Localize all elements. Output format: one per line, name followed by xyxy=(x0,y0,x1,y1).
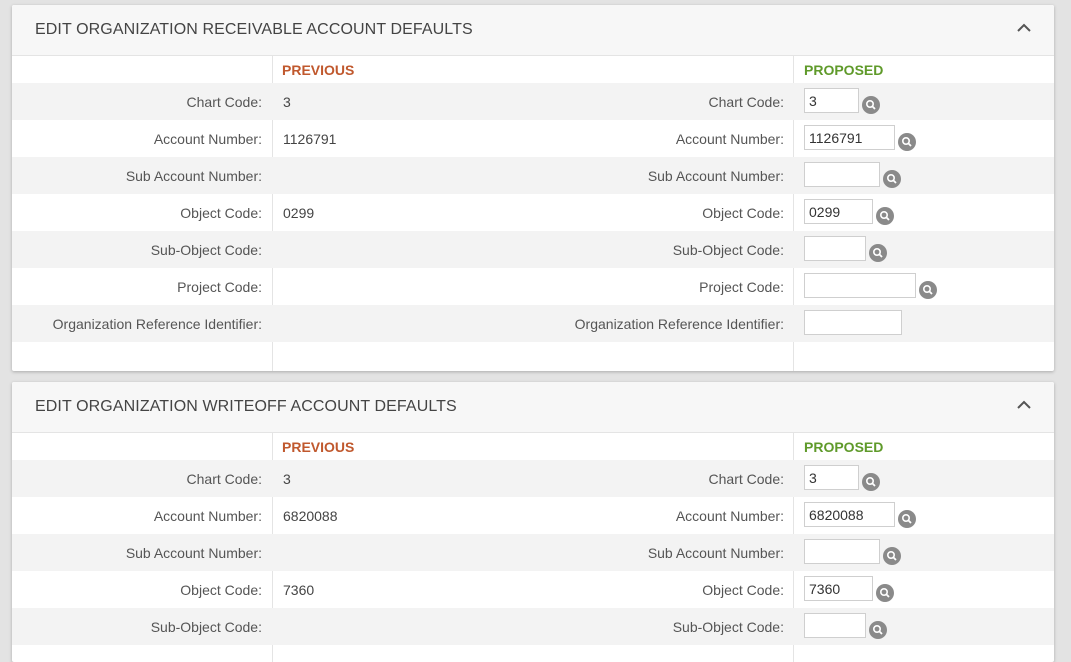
receivable-account-defaults-panel: EDIT ORGANIZATION RECEIVABLE ACCOUNT DEF… xyxy=(12,5,1054,371)
magnifier-lookup-icon[interactable] xyxy=(862,473,880,491)
sub-object-code-proposed-label: Sub-Object Code: xyxy=(672,619,784,635)
object-code-previous-label: Object Code: xyxy=(180,205,262,221)
organization-reference-identifier-row: Organization Reference Identifier: Organi… xyxy=(12,305,1054,342)
magnifier-lookup-icon[interactable] xyxy=(919,281,937,299)
organization-reference-identifier-proposed-label: Organization Reference Identifier: xyxy=(574,316,784,332)
sub-object-code-row: Sub-Object Code: Sub-Object Code: xyxy=(12,231,1054,268)
object-code-previous-value: 0299 xyxy=(283,205,315,221)
object-code-input[interactable] xyxy=(804,576,873,601)
magnifier-lookup-icon[interactable] xyxy=(862,96,880,114)
sub-object-code-proposed-label: Sub-Object Code: xyxy=(672,242,784,258)
magnifier-lookup-icon[interactable] xyxy=(883,547,901,565)
account-number-previous-label: Account Number: xyxy=(153,131,262,147)
account-number-previous-value: 1126791 xyxy=(283,131,337,147)
magnifier-lookup-icon[interactable] xyxy=(876,584,894,602)
magnifier-lookup-icon[interactable] xyxy=(898,510,916,528)
sub-object-code-input[interactable] xyxy=(804,613,866,638)
chart-code-previous-label: Chart Code: xyxy=(186,94,262,110)
object-code-proposed-label: Object Code: xyxy=(702,205,784,221)
chart-code-previous-label: Chart Code: xyxy=(186,471,262,487)
sub-object-code-previous-label: Sub-Object Code: xyxy=(150,242,262,258)
magnifier-lookup-icon[interactable] xyxy=(883,170,901,188)
magnifier-lookup-icon[interactable] xyxy=(898,133,916,151)
chart-code-previous-value: 3 xyxy=(283,94,291,110)
account-number-proposed-label: Account Number: xyxy=(675,508,784,524)
sub-account-number-row: Sub Account Number: Sub Account Number: xyxy=(12,534,1054,571)
object-code-previous-value: 7360 xyxy=(283,582,315,598)
organization-reference-identifier-previous-label: Organization Reference Identifier: xyxy=(52,316,262,332)
chart-code-input[interactable] xyxy=(804,465,859,490)
previous-column-header: PREVIOUS xyxy=(282,439,355,455)
organization-reference-identifier-input[interactable] xyxy=(804,310,902,335)
object-code-row: Object Code: 7360 Object Code: xyxy=(12,571,1054,608)
writeoff-account-defaults-panel: EDIT ORGANIZATION WRITEOFF ACCOUNT DEFAU… xyxy=(12,382,1054,662)
panel-header[interactable]: EDIT ORGANIZATION RECEIVABLE ACCOUNT DEF… xyxy=(12,5,1054,56)
account-number-row: Account Number: 6820088 Account Number: xyxy=(12,497,1054,534)
panel-title: EDIT ORGANIZATION WRITEOFF ACCOUNT DEFAU… xyxy=(35,398,457,415)
column-header-row: PREVIOUS PROPOSED xyxy=(12,433,1054,460)
chart-code-proposed-label: Chart Code: xyxy=(708,94,784,110)
chart-code-row: Chart Code: 3 Chart Code: xyxy=(12,460,1054,497)
sub-account-number-proposed-label: Sub Account Number: xyxy=(647,168,784,184)
object-code-input[interactable] xyxy=(804,199,873,224)
object-code-proposed-label: Object Code: xyxy=(702,582,784,598)
project-code-proposed-label: Project Code: xyxy=(699,279,784,295)
sub-account-number-previous-label: Sub Account Number: xyxy=(125,545,262,561)
project-code-row: Project Code: Project Code: xyxy=(12,268,1054,305)
magnifier-lookup-icon[interactable] xyxy=(869,621,887,639)
sub-account-number-input[interactable] xyxy=(804,162,880,187)
column-header-row: PREVIOUS PROPOSED xyxy=(12,56,1054,83)
account-number-previous-value: 6820088 xyxy=(283,508,338,524)
account-number-previous-label: Account Number: xyxy=(153,508,262,524)
sub-object-code-input[interactable] xyxy=(804,236,866,261)
sub-object-code-previous-label: Sub-Object Code: xyxy=(150,619,262,635)
account-number-input[interactable] xyxy=(804,502,895,527)
project-code-previous-label: Project Code: xyxy=(177,279,262,295)
sub-account-number-input[interactable] xyxy=(804,539,880,564)
sub-object-code-row: Sub-Object Code: Sub-Object Code: xyxy=(12,608,1054,645)
chevron-up-icon[interactable] xyxy=(1016,399,1032,411)
chart-code-proposed-label: Chart Code: xyxy=(708,471,784,487)
sub-account-number-previous-label: Sub Account Number: xyxy=(125,168,262,184)
project-code-input[interactable] xyxy=(804,273,916,298)
sub-account-number-row: Sub Account Number: Sub Account Number: xyxy=(12,157,1054,194)
proposed-column-header: PROPOSED xyxy=(804,62,884,78)
account-number-row: Account Number: 1126791 Account Number: xyxy=(12,120,1054,157)
chart-code-input[interactable] xyxy=(804,88,859,113)
proposed-column-header: PROPOSED xyxy=(804,439,884,455)
object-code-previous-label: Object Code: xyxy=(180,582,262,598)
magnifier-lookup-icon[interactable] xyxy=(876,207,894,225)
panel-header[interactable]: EDIT ORGANIZATION WRITEOFF ACCOUNT DEFAU… xyxy=(12,382,1054,433)
object-code-row: Object Code: 0299 Object Code: xyxy=(12,194,1054,231)
previous-column-header: PREVIOUS xyxy=(282,62,355,78)
chart-code-previous-value: 3 xyxy=(283,471,291,487)
account-number-input[interactable] xyxy=(804,125,895,150)
panel-title: EDIT ORGANIZATION RECEIVABLE ACCOUNT DEF… xyxy=(35,21,473,38)
account-number-proposed-label: Account Number: xyxy=(675,131,784,147)
magnifier-lookup-icon[interactable] xyxy=(869,244,887,262)
chevron-up-icon[interactable] xyxy=(1016,22,1032,34)
chart-code-row: Chart Code: 3 Chart Code: xyxy=(12,83,1054,120)
sub-account-number-proposed-label: Sub Account Number: xyxy=(647,545,784,561)
